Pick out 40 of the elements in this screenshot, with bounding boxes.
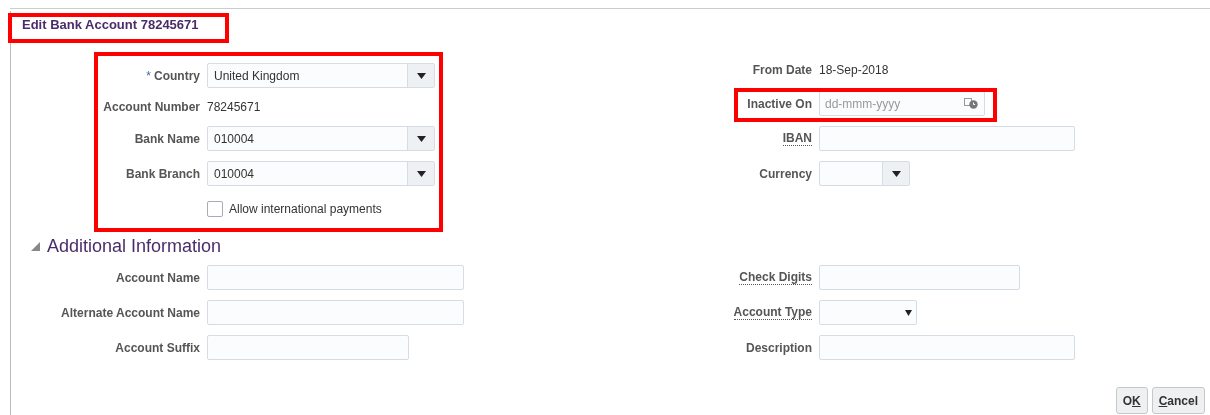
section-title[interactable]: Additional Information [47,235,222,257]
field-label: From Date [752,63,812,77]
collapse-triangle-icon[interactable] [31,241,40,251]
checkbox-label: Allow international payments [229,201,382,216]
checkbox[interactable] [207,200,223,217]
field-label: Account Suffix [115,340,200,355]
field-label: Account Type [733,305,812,320]
caret-icon [891,170,901,177]
field-label: Currency [759,166,812,181]
field-value: 78245671 [207,100,261,114]
caret-icon [416,170,426,177]
select-field[interactable]: United Kingdom [207,63,435,88]
page-title: Edit Bank Account 78245671 [22,16,199,32]
select-field[interactable]: 010004 [207,126,435,151]
input-field[interactable] [819,126,1075,151]
field-label: Account Name [115,270,200,285]
field-label: Description [746,340,812,355]
field-value: 18-Sep-2018 [819,63,889,77]
caret-icon [416,135,426,142]
field-label: Bank Branch [125,166,200,181]
caret-icon [905,309,912,316]
dialog-button[interactable]: Cancel [1151,387,1205,414]
input-field[interactable] [207,300,464,325]
field-label: * Country [146,68,200,83]
calendar-icon[interactable] [964,98,978,109]
input-field[interactable] [207,265,464,290]
field-label: Check Digits [739,270,812,285]
field-label: Bank Name [134,131,200,146]
input-field[interactable] [207,335,409,360]
field-label: Inactive On [747,96,812,111]
caret-icon [416,72,426,79]
input-field[interactable] [819,265,1020,290]
field-label: Account Number [103,100,200,114]
select-field[interactable]: 010004 [207,161,435,186]
input-field[interactable] [819,335,1075,360]
field-label: Alternate Account Name [61,305,200,320]
select-field[interactable] [819,161,910,186]
dialog-button[interactable]: OK [1115,387,1148,414]
choice-field[interactable] [819,300,917,325]
field-label: IBAN [782,131,812,146]
